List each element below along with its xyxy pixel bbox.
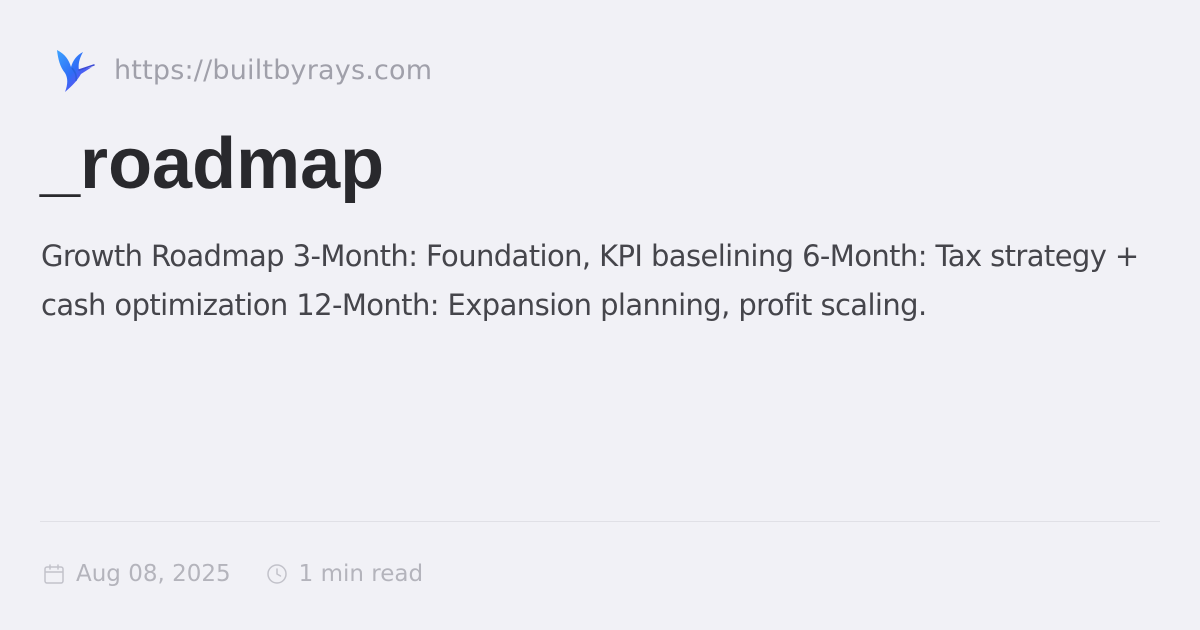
clock-icon <box>266 564 287 584</box>
social-card: https://builtbyrays.com _roadmap Growth … <box>0 0 1200 630</box>
calendar-icon <box>44 564 64 584</box>
divider <box>40 521 1160 522</box>
publish-date: Aug 08, 2025 <box>42 561 231 587</box>
post-description: Growth Roadmap 3-Month: Foundation, KPI … <box>41 239 1139 322</box>
publish-date-text: Aug 08, 2025 <box>76 561 231 587</box>
read-time-text: 1 min read <box>298 561 424 587</box>
post-meta: Aug 08, 2025 1 min read <box>42 556 423 592</box>
site-header: https://builtbyrays.com <box>52 46 432 94</box>
post-title: _roadmap <box>40 124 385 204</box>
hummingbird-logo-icon <box>57 50 95 92</box>
read-time: 1 min read <box>265 561 423 587</box>
site-url[interactable]: https://builtbyrays.com <box>114 55 432 86</box>
